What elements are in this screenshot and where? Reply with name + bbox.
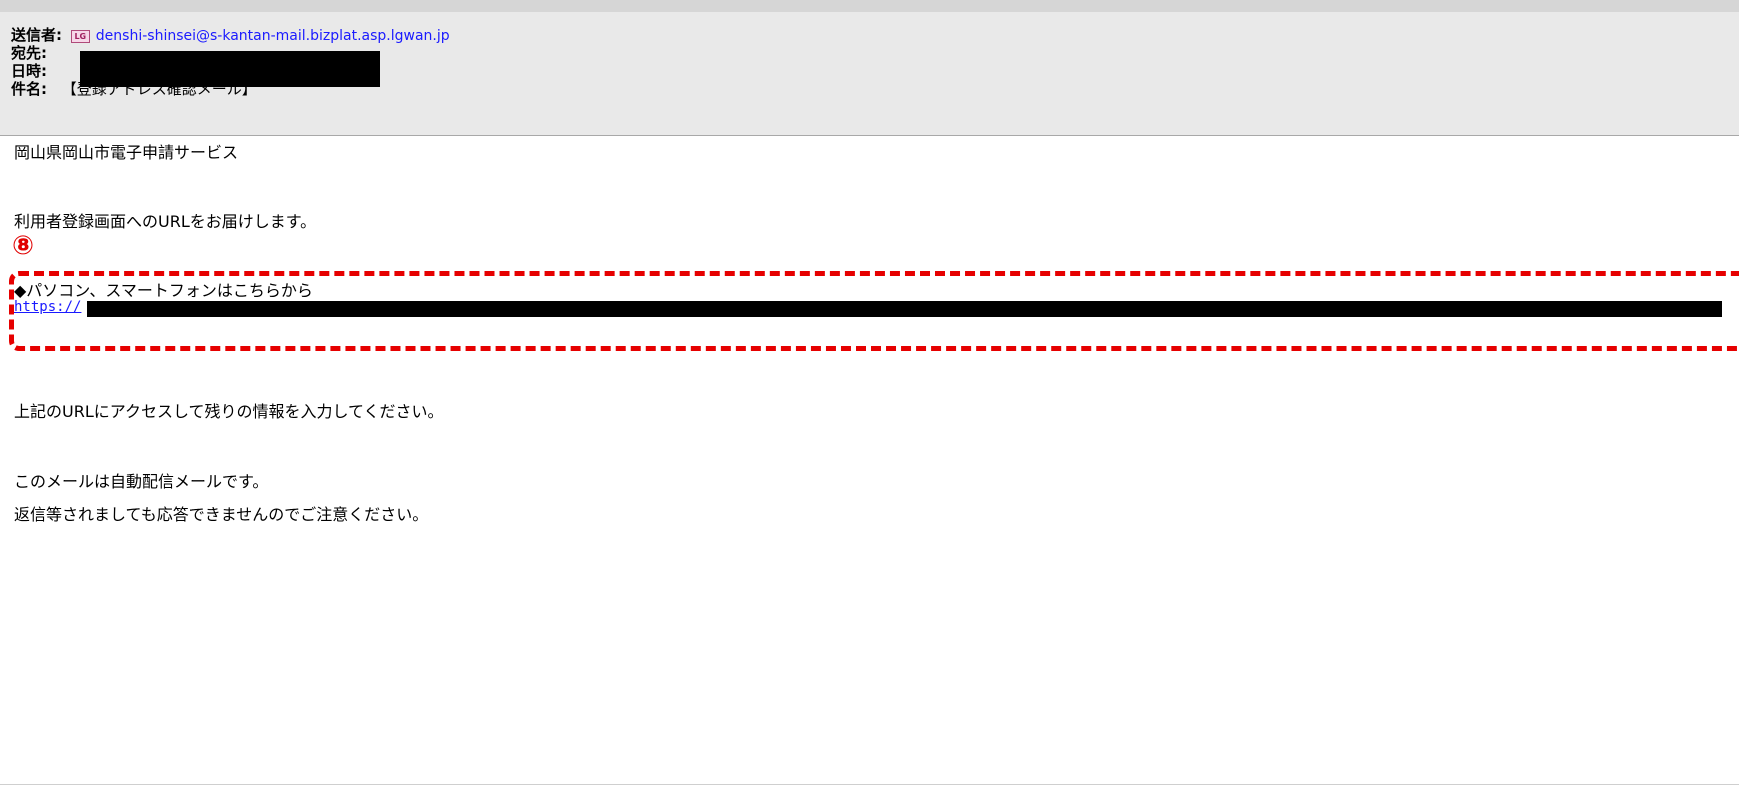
to-row: 宛先: (11, 44, 48, 62)
window-top-strip (0, 0, 1739, 12)
redacted-recipient-date (80, 51, 380, 87)
lgwan-badge-icon: LG (70, 30, 90, 43)
sender-row: 送信者: LG denshi-shinsei@s-kantan-mail.bizp… (11, 27, 450, 44)
reply-notice: 返信等されましても応答できませんのでご注意ください。 (14, 505, 429, 524)
date-label: 日時 (11, 62, 42, 80)
footer-divider (0, 784, 1739, 785)
sender-email-link[interactable]: denshi-shinsei@s-kantan-mail.bizplat.asp… (96, 28, 450, 44)
auto-notice: このメールは自動配信メールです。 (14, 472, 269, 491)
subject-label: 件名 (11, 80, 42, 98)
email-header: 送信者: LG denshi-shinsei@s-kantan-mail.bizp… (0, 12, 1739, 136)
redacted-url (87, 301, 1722, 317)
date-row: 日時: (11, 62, 48, 80)
instruction-text: 上記のURLにアクセスして残りの情報を入力してください。 (14, 402, 444, 421)
sender-colon: : (56, 26, 63, 44)
to-label: 宛先 (11, 44, 42, 62)
annotation-marker: ⑧ (12, 231, 35, 261)
intro-text: 利用者登録画面へのURLをお届けします。 (14, 212, 317, 231)
sender-label: 送信者 (11, 26, 57, 44)
registration-url-link[interactable]: https:// (14, 298, 81, 316)
service-name: 岡山県岡山市電子申請サービス (14, 143, 239, 162)
